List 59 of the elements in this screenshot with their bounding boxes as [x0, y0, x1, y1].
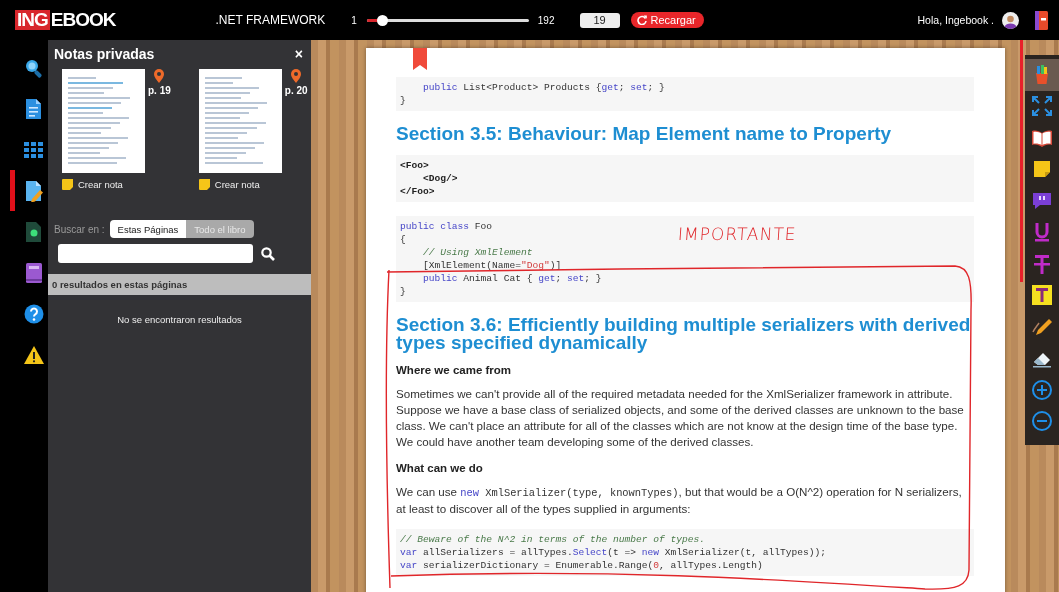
- code-line: </Foo>: [400, 185, 435, 198]
- avatar-icon[interactable]: [1002, 11, 1019, 29]
- page-number-field[interactable]: 19: [579, 12, 620, 28]
- code-line: // Beware of the N^2 in terms of the number of types.: [400, 533, 706, 546]
- location-pin-icon[interactable]: [154, 69, 165, 83]
- location-pin-icon[interactable]: [291, 69, 302, 83]
- code-line: <Dog/>: [422, 172, 458, 185]
- sticky-note-icon: [62, 179, 73, 190]
- logo-text: ING: [15, 10, 50, 30]
- code-line: // Using XmlElement: [422, 246, 533, 259]
- close-button[interactable]: ×: [294, 46, 303, 62]
- handwritten-note: IMPORTANTE: [677, 224, 798, 244]
- code-line: <Foo>: [400, 159, 429, 172]
- slider-min-label: 1: [351, 14, 357, 26]
- create-note-button[interactable]: Crear nota: [62, 179, 171, 190]
- slider-max-label: 192: [537, 14, 555, 26]
- code-line: {: [400, 233, 406, 246]
- zoom-out-icon: [1031, 410, 1053, 433]
- code-line: public List<Product> Products {get; set; }: [422, 81, 665, 94]
- book-title: .NET FRAMEWORK: [215, 13, 326, 27]
- page-thumbnail[interactable]: [198, 69, 282, 173]
- page-number: p. 19: [148, 85, 171, 96]
- page-number: p. 20: [284, 85, 308, 96]
- code-line: [XmlElement(Name="Dog")]: [422, 259, 562, 272]
- fullscreen-icon: [1031, 95, 1053, 118]
- subsection-heading: What can we do: [396, 462, 484, 474]
- code-line: var allSerializers = allTypes.Select(t => new XmlSerializer(t, allTypes));: [400, 546, 827, 559]
- slider-thumb[interactable]: [377, 14, 389, 26]
- panel-title: Notas privadas: [54, 46, 155, 62]
- code-line: public Animal Cat { get; set; }: [422, 272, 602, 285]
- book-icon[interactable]: [1034, 10, 1049, 30]
- zoom-in-icon: [1031, 378, 1053, 401]
- create-note-button[interactable]: Crear nota: [198, 179, 308, 190]
- sticky-note-icon: [198, 179, 210, 190]
- code-line: }: [400, 94, 406, 107]
- help-icon: [23, 302, 45, 325]
- code-line: var serializerDictionary = Enumerable.Range(0, allTypes.Length): [400, 559, 763, 572]
- reload-button[interactable]: Recargar: [630, 12, 704, 28]
- page-thumbnail[interactable]: [62, 69, 145, 173]
- results-header: 0 resultados en estas páginas: [48, 274, 311, 295]
- section-heading: Section 3.5: Behaviour: Map Element name to Property: [396, 125, 893, 143]
- refresh-icon: [636, 15, 647, 25]
- code-line: public class Foo: [400, 220, 493, 233]
- search-icon[interactable]: [261, 246, 275, 261]
- text-highlight-icon: [1031, 284, 1053, 307]
- bookmark-icon[interactable]: [413, 48, 427, 70]
- logo-text: EBOOK: [49, 10, 116, 30]
- note-edit-icon: [23, 179, 45, 202]
- scope-tab[interactable]: Estas Páginas: [109, 220, 187, 238]
- subsection-heading: Where we came from: [396, 364, 513, 376]
- search-scope-label: Buscar en :: [54, 223, 105, 235]
- code-line: }: [400, 285, 406, 298]
- book-icon: [23, 261, 45, 284]
- empty-results-message: No se encontraron resultados: [116, 314, 243, 325]
- paragraph: Sometimes we can't provide all of the required metadata needed for the XmlSerializer framework in attribute. Suppose we have a base class of serialized objects, and some of the derived classes are unknown to the base class. We can't place an attribute for all of the classes which are not know at the design time of the base type. We could have another team developing some of the derived classes.: [396, 386, 965, 450]
- search-field[interactable]: [58, 244, 253, 263]
- strikethrough-icon: [1031, 252, 1053, 275]
- greeting-text: Hola, Ingebook .: [917, 14, 994, 26]
- section-heading: Section 3.6: Efficiently building multiple serializers with derived types specified dynamically: [396, 316, 972, 352]
